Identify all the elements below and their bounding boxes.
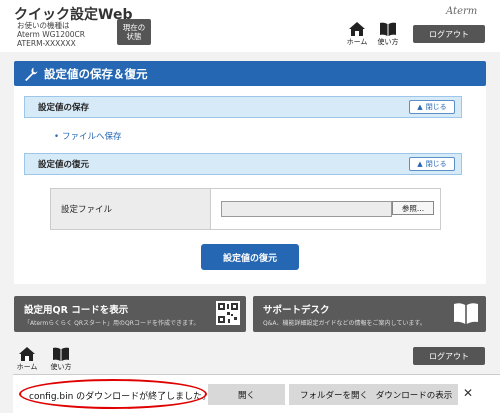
home-label: ホーム (346, 38, 368, 46)
logout-button[interactable]: ログアウト (413, 25, 485, 43)
device-info: お使いの機種は Aterm WG1200CR ATERM-XXXXXX (17, 21, 85, 48)
page-title-bar: 設定値の保存＆復元 (14, 61, 486, 86)
view-downloads-button[interactable]: ダウンロードの表示 (370, 384, 458, 405)
device-info-line: お使いの機種は (17, 21, 70, 30)
save-section-header: 設定値の保存 ▲ 閉じる (24, 96, 462, 118)
open-file-button[interactable]: 開く (208, 384, 285, 405)
save-to-file-link[interactable]: • ファイルへ保存 (54, 130, 122, 142)
chevron-up-icon: ▲ (417, 103, 423, 111)
qr-code-icon (216, 301, 240, 325)
device-model: Aterm WG1200CR (17, 30, 85, 39)
header-bar: クイック設定Web お使いの機種は Aterm WG1200CR ATERM-X… (0, 0, 500, 52)
footer-home-label: ホーム (16, 363, 38, 371)
qr-card-title: 設定用QR コードを表示 (24, 305, 129, 316)
book-icon (454, 303, 478, 324)
save-section-title: 設定値の保存 (38, 103, 90, 113)
settings-file-label: 設定ファイル (51, 189, 211, 229)
support-desk-card[interactable]: サポートデスク Q&A、機能詳細設定ガイドなどの情報をご案内しています。 (253, 296, 486, 332)
chevron-up-icon: ▲ (417, 160, 423, 168)
manual-label: 使い方 (377, 38, 399, 46)
footer-logout-button[interactable]: ログアウト (413, 347, 485, 365)
download-notification-bar: config.bin のダウンロードが終了しました。 開く フォルダーを開く ダ… (13, 374, 500, 413)
home-icon (19, 347, 35, 361)
browse-button[interactable]: 参照... (392, 201, 434, 215)
settings-file-row: 設定ファイル 参照... (50, 188, 441, 230)
close-label: 閉じる (425, 160, 447, 168)
save-to-file-label: ファイルへ保存 (62, 132, 122, 142)
highlight-ellipse (19, 379, 207, 409)
page-title: 設定値の保存＆復元 (44, 66, 148, 81)
book-icon (53, 347, 69, 361)
restore-section-title: 設定値の復元 (38, 160, 90, 170)
device-name: ATERM-XXXXXX (17, 39, 76, 48)
support-card-description: Q&A、機能詳細設定ガイドなどの情報をご案内しています。 (263, 320, 426, 327)
close-label: 閉じる (425, 103, 447, 111)
current-status-button[interactable]: 現在の 状態 (117, 19, 151, 45)
book-icon (380, 22, 396, 36)
wrench-icon (25, 67, 38, 81)
close-icon[interactable]: ✕ (463, 386, 473, 400)
manual-button[interactable]: 使い方 (373, 22, 403, 47)
footer-home-button[interactable]: ホーム (12, 347, 42, 372)
qr-card-description: 「Atermらくらく QRスタート」用のQRコードを作成できます。 (24, 320, 200, 327)
footer-manual-button[interactable]: 使い方 (46, 347, 76, 372)
status-button-label-line1: 現在の (122, 23, 146, 32)
support-card-title: サポートデスク (263, 305, 330, 316)
restore-section-close-button[interactable]: ▲ 閉じる (409, 157, 455, 171)
settings-file-input[interactable] (221, 201, 392, 217)
bullet-icon: • (54, 132, 60, 142)
restore-settings-button[interactable]: 設定値の復元 (201, 244, 299, 270)
status-button-label-line2: 状態 (126, 32, 142, 41)
open-folder-button[interactable]: フォルダーを開く (289, 384, 379, 405)
home-button[interactable]: ホーム (342, 22, 372, 47)
save-section-close-button[interactable]: ▲ 閉じる (409, 100, 455, 114)
aterm-logo: Aterm (446, 6, 478, 17)
footer-manual-label: 使い方 (50, 363, 72, 371)
restore-section-header: 設定値の復元 ▲ 閉じる (24, 153, 462, 175)
home-icon (349, 22, 365, 36)
qr-code-card[interactable]: 設定用QR コードを表示 「Atermらくらく QRスタート」用のQRコードを作… (14, 296, 246, 332)
